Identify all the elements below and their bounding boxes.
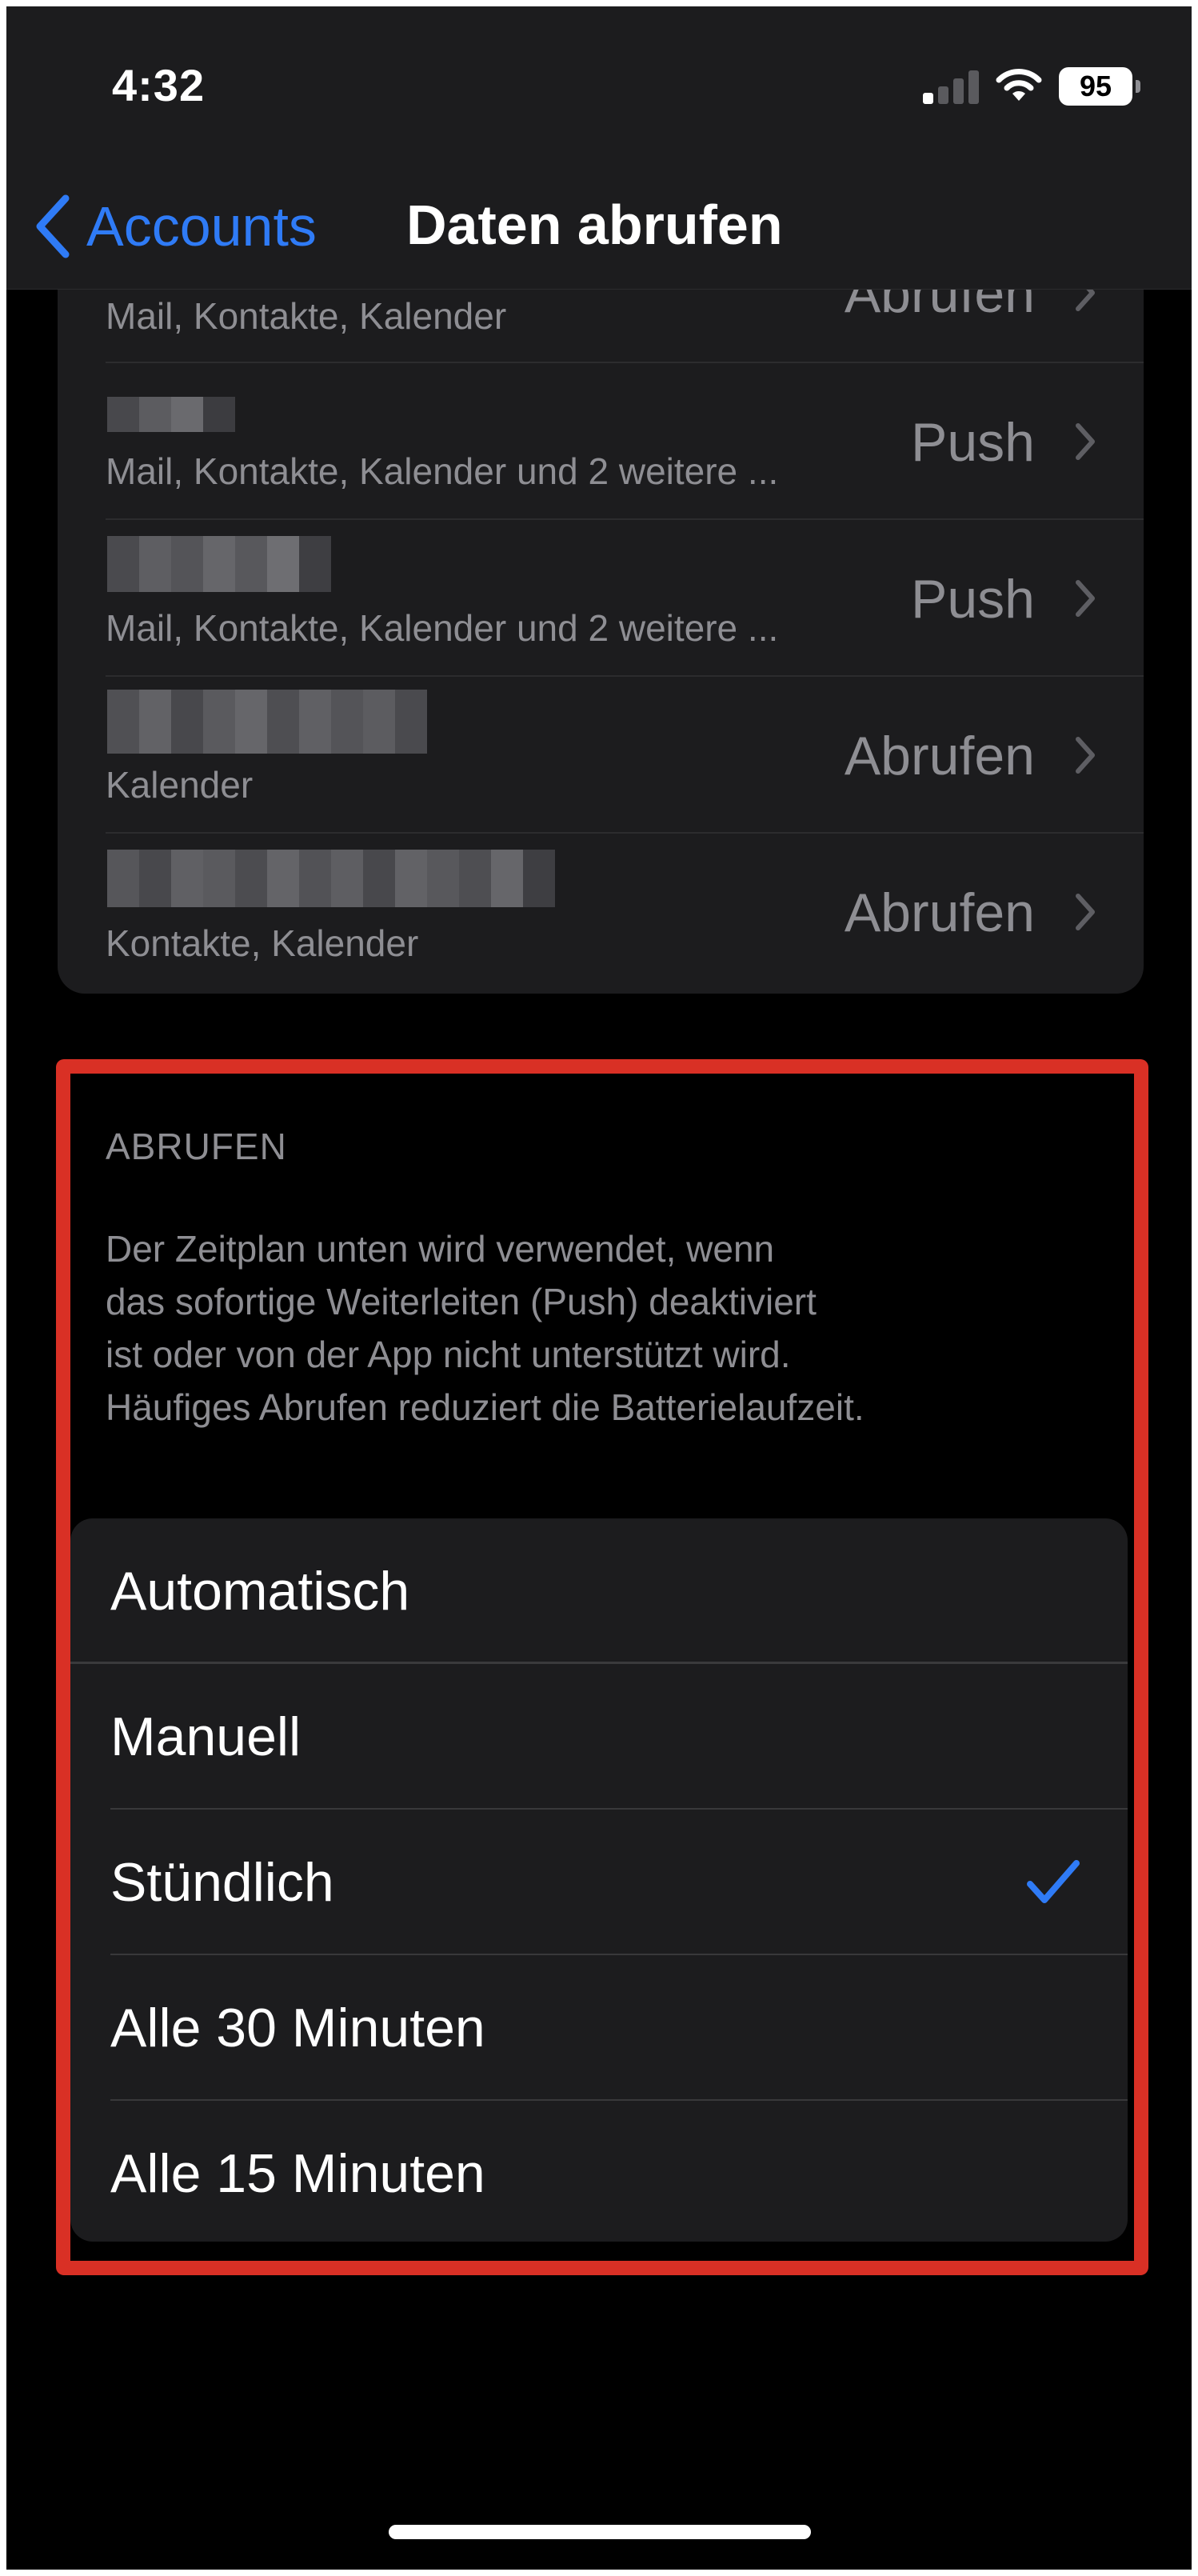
fetch-section-header: ABRUFEN: [106, 1126, 287, 1167]
option-stuendlich[interactable]: Stündlich: [70, 1810, 1128, 1955]
battery-icon: 95: [1059, 67, 1132, 106]
account-services: Mail, Kontakte, Kalender und 2 weitere .…: [106, 607, 779, 649]
option-manuell[interactable]: Manuell: [70, 1664, 1128, 1810]
account-row[interactable]: Mail, Kontakte, Kalender und 2 weitere .…: [58, 363, 1144, 520]
account-fetch-mode: Push: [911, 569, 1035, 630]
battery-nub: [1136, 80, 1140, 93]
account-services: Mail, Kontakte, Kalender: [106, 295, 507, 337]
account-services: Mail, Kontakte, Kalender und 2 weitere .…: [106, 450, 779, 492]
account-row[interactable]: Kalender Abrufen: [58, 677, 1144, 834]
option-label: Manuell: [110, 1706, 301, 1767]
account-fetch-mode: Push: [911, 412, 1035, 473]
cellular-signal-icon: [923, 69, 980, 104]
description-line: Der Zeitplan unten wird verwendet, wenn: [106, 1228, 775, 1270]
redacted-account-name: [107, 690, 427, 754]
account-services: Kalender: [106, 764, 254, 806]
home-indicator[interactable]: [389, 2525, 811, 2539]
status-bar: 4:32 95: [6, 6, 1192, 158]
wifi-icon: [996, 69, 1042, 101]
chevron-right-icon: [1076, 423, 1095, 460]
back-button[interactable]: Accounts: [30, 190, 317, 262]
option-alle-30-minuten[interactable]: Alle 30 Minuten: [70, 1955, 1128, 2101]
fetch-schedule-list: Automatisch Manuell Stündlich Alle 30 Mi…: [70, 1518, 1128, 2242]
chevron-right-icon: [1076, 737, 1095, 774]
option-label: Alle 30 Minuten: [110, 1998, 485, 2058]
option-label: Stündlich: [110, 1852, 334, 1913]
account-fetch-mode: Abrufen: [844, 882, 1035, 943]
chevron-left-icon: [36, 194, 70, 258]
status-time: 4:32: [112, 60, 206, 110]
redacted-account-name: [107, 850, 555, 907]
option-alle-15-minuten[interactable]: Alle 15 Minuten: [70, 2101, 1128, 2242]
description-line: das sofortige Weiterleiten (Push) deakti…: [106, 1281, 817, 1322]
option-label: Alle 15 Minuten: [110, 2143, 485, 2204]
phone-screen: 4:32 95 Accounts Daten abrufen Mail, Kon…: [6, 6, 1192, 2570]
back-button-label: Accounts: [86, 195, 317, 258]
account-services: Kontakte, Kalender: [106, 922, 419, 964]
account-fetch-mode: Abrufen: [844, 726, 1035, 786]
description-line: ist oder von der App nicht unterstützt w…: [106, 1334, 791, 1375]
option-label: Automatisch: [110, 1561, 410, 1622]
option-automatisch[interactable]: Automatisch: [70, 1518, 1128, 1664]
redacted-account-name: [107, 536, 331, 592]
redacted-account-name: [107, 397, 235, 432]
accounts-list: Mail, Kontakte, Kalender Abrufen Mail, K…: [58, 206, 1144, 994]
navigation-bar: Accounts Daten abrufen: [6, 158, 1192, 290]
checkmark-icon: [1027, 1860, 1080, 1903]
description-line: Häufiges Abrufen reduziert die Batteriel…: [106, 1386, 865, 1428]
account-row[interactable]: Kontakte, Kalender Abrufen: [58, 834, 1144, 990]
account-row[interactable]: Mail, Kontakte, Kalender und 2 weitere .…: [58, 520, 1144, 677]
chevron-right-icon: [1076, 894, 1095, 930]
fetch-section-description: Der Zeitplan unten wird verwendet, wenn …: [106, 1222, 1105, 1434]
chevron-right-icon: [1076, 580, 1095, 617]
page-title: Daten abrufen: [406, 194, 783, 256]
